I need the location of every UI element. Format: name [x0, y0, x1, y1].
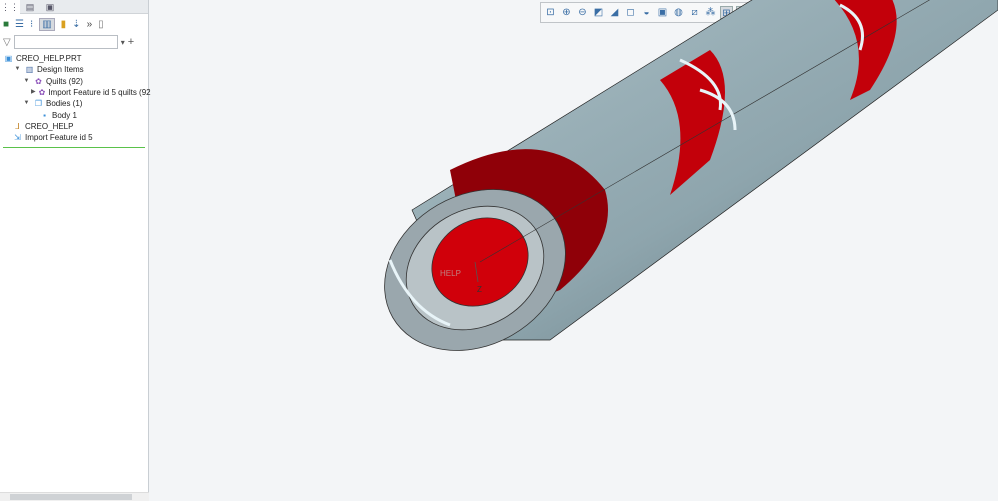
tree-filter-icon[interactable]: ⇣ [72, 19, 80, 30]
horizontal-scrollbar[interactable] [0, 492, 149, 501]
part-icon: ▣ [4, 54, 13, 64]
tree-columns-icon[interactable]: ⁝ [30, 19, 33, 30]
tree-item[interactable]: ▪ Body 1 [0, 109, 148, 120]
bodies-icon: ❐ [34, 99, 43, 109]
tab-layers[interactable]: ▤ [20, 0, 40, 14]
axis-label: Z [477, 285, 482, 294]
add-icon[interactable]: + [128, 36, 134, 48]
more-icon[interactable]: » [87, 19, 93, 30]
body-icon: ▪ [43, 110, 46, 120]
tree-item-label: Design Items [37, 65, 84, 75]
tree-item-label: CREO_HELP [25, 121, 74, 131]
tree-settings-icon[interactable]: ▥ [39, 17, 55, 31]
tree-list-icon[interactable]: ☰ [15, 19, 24, 30]
tree-item[interactable]: ⇲ Import Feature id 5 [0, 132, 148, 143]
tree-item-label: Import Feature id 5 quilts (92 [48, 88, 151, 98]
collapse-icon[interactable]: ▼ [22, 77, 31, 86]
model-tree-panel: ⋮⋮ ▤ ▣ ■ ☰ ⁝ ▥ ▮ ⇣ » ▯ ▽ ▾ + ▣ CREO_HELP.… [0, 0, 151, 501]
tree-item-label: Body 1 [52, 110, 77, 120]
graphics-viewport[interactable]: HELP Z [150, 0, 998, 501]
show-icon[interactable]: ▮ [61, 19, 67, 30]
document-icon[interactable]: ▯ [98, 19, 104, 30]
tree-search-input[interactable] [13, 35, 118, 49]
collapse-icon[interactable]: ▼ [13, 65, 22, 74]
tree-toolbar: ■ ☰ ⁝ ▥ ▮ ⇣ » ▯ [0, 14, 148, 34]
tube-model[interactable] [355, 0, 998, 382]
csys-icon: ⅃ [15, 121, 20, 131]
import-feature-icon: ⇲ [14, 133, 21, 143]
dropdown-icon[interactable]: ▾ [121, 38, 125, 47]
tree-item[interactable]: ▼ ✿ Quilts (92) [0, 76, 148, 87]
tree-item[interactable]: ▣ CREO_HELP.PRT [0, 53, 148, 64]
tree-item[interactable]: ▼ ▥ Design Items [0, 64, 148, 75]
insert-indicator[interactable] [3, 147, 145, 148]
filter-icon[interactable]: ▽ [3, 37, 11, 48]
tree-item-label: Bodies (1) [46, 99, 83, 109]
tab-folder[interactable]: ▣ [40, 0, 60, 14]
tree-item-label: Import Feature id 5 [25, 133, 93, 143]
expand-icon[interactable]: ▶ [31, 88, 36, 97]
csys-label: HELP [440, 269, 461, 278]
quilt-icon: ✿ [38, 88, 46, 98]
tree-item-label: CREO_HELP.PRT [16, 54, 82, 64]
tab-model-tree[interactable]: ⋮⋮ [0, 0, 20, 14]
tree-item[interactable]: ⅃ CREO_HELP [0, 121, 148, 132]
design-items-icon: ▥ [25, 65, 34, 75]
tree-item-label: Quilts (92) [46, 76, 83, 86]
display-style-icon[interactable]: ■ [3, 19, 9, 30]
tree-item[interactable]: ▶ ✿ Import Feature id 5 quilts (92 [0, 87, 151, 98]
collapse-icon[interactable]: ▼ [22, 99, 31, 108]
tree-item[interactable]: ▼ ❐ Bodies (1) [0, 98, 148, 109]
quilt-icon: ✿ [35, 76, 42, 86]
